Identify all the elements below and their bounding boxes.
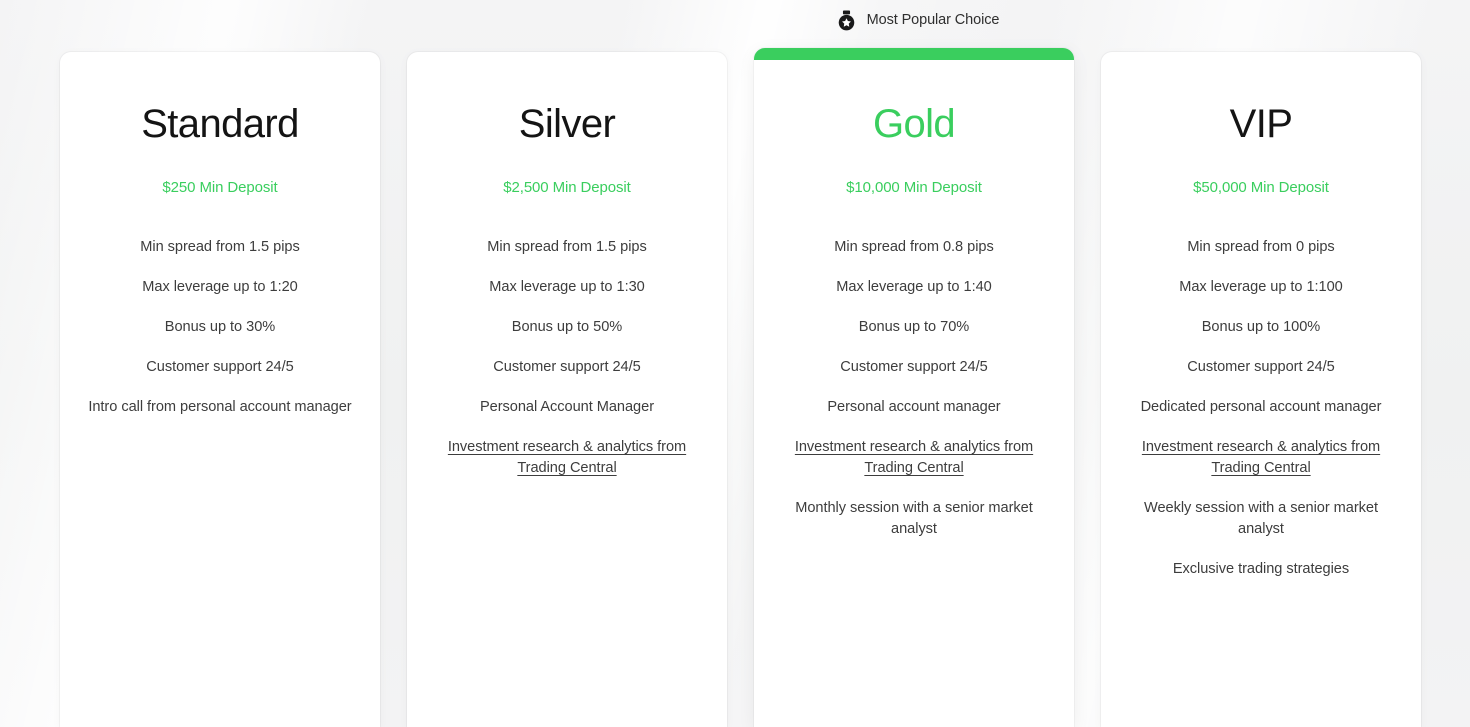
min-deposit-label: $250 Min Deposit: [162, 179, 278, 196]
card-title: VIP: [1229, 102, 1293, 146]
feature-link-item[interactable]: Investment research & analytics from Tra…: [429, 418, 705, 479]
feature-item: Max leverage up to 1:20: [142, 279, 298, 295]
feature-list: Min spread from 1.5 pips Max leverage up …: [82, 218, 358, 418]
min-deposit-label: $2,500 Min Deposit: [503, 179, 631, 196]
min-deposit-label: $10,000 Min Deposit: [846, 179, 982, 196]
feature-item: Max leverage up to 1:40: [836, 279, 992, 295]
feature-item: Min spread from 1.5 pips: [140, 239, 300, 255]
most-popular-banner: Most Popular Choice: [757, 6, 1077, 34]
feature-item: Bonus up to 100%: [1201, 319, 1321, 335]
feature-item: Customer support 24/5: [840, 359, 988, 375]
feature-item: Max leverage up to 1:30: [489, 279, 645, 295]
pricing-card-gold[interactable]: Gold $10,000 Min Deposit Min spread from 0…: [754, 48, 1074, 727]
pricing-page: Most Popular Choice Standard $250 Min Dep…: [0, 0, 1470, 727]
pricing-card-standard[interactable]: Standard $250 Min Deposit Min spread from …: [60, 52, 380, 727]
pricing-cards-row: Standard $250 Min Deposit Min spread from …: [60, 48, 1425, 727]
medal-star-icon: [838, 10, 854, 30]
feature-item: Intro call from personal account manager: [88, 399, 352, 415]
feature-list: Min spread from 1.5 pips Max leverage up …: [429, 218, 705, 479]
card-title: Gold: [872, 102, 956, 146]
feature-item: Weekly session with a senior market anal…: [1143, 500, 1378, 537]
feature-item: Customer support 24/5: [146, 359, 294, 375]
feature-item: Customer support 24/5: [493, 359, 641, 375]
feature-item: Exclusive trading strategies: [1172, 561, 1350, 577]
pricing-card-vip[interactable]: VIP $50,000 Min Deposit Min spread from 0 …: [1101, 52, 1421, 727]
feature-item: Min spread from 0.8 pips: [834, 239, 994, 255]
feature-link-item[interactable]: Investment research & analytics from Tra…: [776, 418, 1052, 479]
feature-link-item[interactable]: Investment research & analytics from Tra…: [1123, 418, 1399, 479]
feature-item: Personal Account Manager: [479, 399, 655, 415]
featured-accent-bar: [754, 48, 1074, 60]
feature-item: Monthly session with a senior market ana…: [795, 500, 1033, 537]
feature-item: Min spread from 0 pips: [1187, 239, 1335, 255]
feature-item: Min spread from 1.5 pips: [487, 239, 647, 255]
pricing-card-silver[interactable]: Silver $2,500 Min Deposit Min spread from …: [407, 52, 727, 727]
feature-item: Dedicated personal account manager: [1140, 399, 1382, 415]
feature-item: Max leverage up to 1:100: [1179, 279, 1343, 295]
min-deposit-label: $50,000 Min Deposit: [1193, 179, 1329, 196]
feature-list: Min spread from 0 pips Max leverage up to…: [1123, 218, 1399, 580]
feature-item: Bonus up to 50%: [511, 319, 623, 335]
feature-item: Customer support 24/5: [1187, 359, 1335, 375]
most-popular-label: Most Popular Choice: [866, 12, 1000, 28]
feature-list: Min spread from 0.8 pips Max leverage up …: [776, 218, 1052, 540]
feature-item: Bonus up to 30%: [164, 319, 276, 335]
card-title: Silver: [518, 102, 616, 146]
feature-item: Bonus up to 70%: [858, 319, 970, 335]
card-title: Standard: [141, 102, 299, 146]
feature-item: Personal account manager: [827, 399, 1001, 415]
